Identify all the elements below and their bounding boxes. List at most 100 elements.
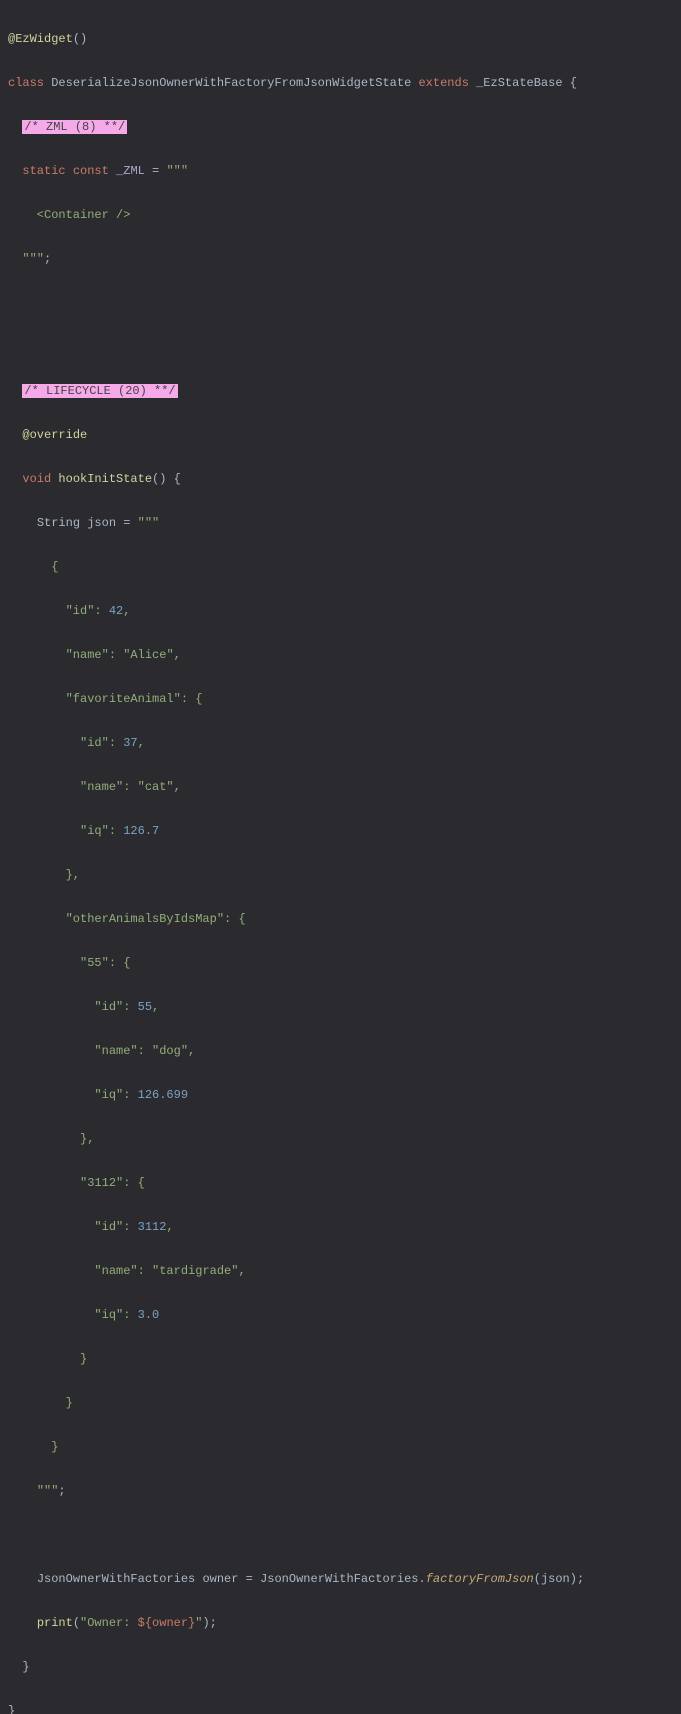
json-number: 3112 bbox=[138, 1220, 167, 1234]
code-line: static const _ZML = """ bbox=[8, 160, 681, 182]
code-line: print("Owner: ${owner}"); bbox=[8, 1612, 681, 1634]
json-colon: : bbox=[109, 824, 123, 838]
json-comma: , bbox=[188, 1044, 195, 1058]
kw-static: static bbox=[22, 164, 65, 178]
json-line: { bbox=[8, 560, 58, 574]
code-line: @override bbox=[8, 424, 681, 446]
print-fn: print bbox=[37, 1616, 73, 1630]
json-key: "id" bbox=[8, 1220, 123, 1234]
code-line: "iq": 126.699 bbox=[8, 1084, 681, 1106]
var-json: json bbox=[87, 516, 116, 530]
json-key: "id" bbox=[8, 1000, 123, 1014]
json-comma: , bbox=[123, 604, 130, 618]
code-line: "id": 37, bbox=[8, 732, 681, 754]
code-line: { bbox=[8, 556, 681, 578]
json-brace: } bbox=[8, 1440, 58, 1454]
triple-open: """ bbox=[166, 164, 188, 178]
code-line: /* LIFECYCLE (20) **/ bbox=[8, 380, 681, 402]
code-line: "3112": { bbox=[8, 1172, 681, 1194]
code-editor[interactable]: @EzWidget() class DeserializeJsonOwnerWi… bbox=[0, 0, 681, 1714]
json-comma: , bbox=[166, 1220, 173, 1234]
semi: ; bbox=[210, 1616, 217, 1630]
triple-close: """ bbox=[22, 252, 44, 266]
owner-type: JsonOwnerWithFactories bbox=[37, 1572, 195, 1586]
eq: = bbox=[116, 516, 138, 530]
code-line: class DeserializeJsonOwnerWithFactoryFro… bbox=[8, 72, 681, 94]
annotation-name: @EzWidget bbox=[8, 32, 73, 46]
arg-json: json bbox=[541, 1572, 570, 1586]
json-key: "iq" bbox=[8, 1088, 123, 1102]
semi: ; bbox=[44, 252, 51, 266]
json-key: "name" bbox=[8, 1264, 138, 1278]
json-comma: , bbox=[174, 780, 181, 794]
code-line: """; bbox=[8, 248, 681, 270]
code-line: "55": { bbox=[8, 952, 681, 974]
zml-content: <Container /> bbox=[8, 208, 130, 222]
json-brace: }, bbox=[8, 868, 80, 882]
code-line: } bbox=[8, 1348, 681, 1370]
json-brace: : { bbox=[181, 692, 203, 706]
code-line: "favoriteAnimal": { bbox=[8, 688, 681, 710]
base-class: _EzStateBase bbox=[476, 76, 562, 90]
kw-void: void bbox=[22, 472, 51, 486]
json-colon: : bbox=[123, 1308, 137, 1322]
blank-line bbox=[8, 292, 681, 314]
json-key: "iq" bbox=[8, 824, 109, 838]
code-line: "id": 42, bbox=[8, 600, 681, 622]
json-colon: : bbox=[123, 1000, 137, 1014]
json-number: 126.7 bbox=[123, 824, 159, 838]
triple-close: """ bbox=[37, 1484, 59, 1498]
json-key: "3112" bbox=[8, 1176, 123, 1190]
code-line: "otherAnimalsByIdsMap": { bbox=[8, 908, 681, 930]
json-colon: : bbox=[123, 1088, 137, 1102]
json-comma: , bbox=[238, 1264, 245, 1278]
code-line: "name": "tardigrade", bbox=[8, 1260, 681, 1282]
dot: . bbox=[419, 1572, 426, 1586]
json-key: "id" bbox=[8, 736, 109, 750]
json-number: 37 bbox=[123, 736, 137, 750]
zml-ident: _ZML bbox=[116, 164, 145, 178]
code-line: "id": 55, bbox=[8, 996, 681, 1018]
code-line: "iq": 3.0 bbox=[8, 1304, 681, 1326]
close-paren: ) bbox=[570, 1572, 577, 1586]
json-comma: , bbox=[138, 736, 145, 750]
json-colon: : bbox=[138, 1264, 152, 1278]
json-key: "iq" bbox=[8, 1308, 123, 1322]
json-number: 55 bbox=[138, 1000, 152, 1014]
json-brace: } bbox=[8, 1396, 73, 1410]
code-line: }, bbox=[8, 1128, 681, 1150]
open-brace: { bbox=[563, 76, 577, 90]
json-key: "name" bbox=[8, 1044, 138, 1058]
close-paren: ) bbox=[202, 1616, 209, 1630]
open-brace: { bbox=[166, 472, 180, 486]
json-string: "dog" bbox=[152, 1044, 188, 1058]
json-string: "tardigrade" bbox=[152, 1264, 238, 1278]
owner-var: owner bbox=[202, 1572, 238, 1586]
json-key: "55" bbox=[8, 956, 109, 970]
print-string: "Owner: bbox=[80, 1616, 138, 1630]
json-number: 126.699 bbox=[138, 1088, 188, 1102]
string-interp: ${owner} bbox=[138, 1616, 196, 1630]
blank-line bbox=[8, 1524, 681, 1546]
json-key: "id" bbox=[8, 604, 94, 618]
json-brace: : { bbox=[123, 1176, 145, 1190]
code-line: /* ZML (8) **/ bbox=[8, 116, 681, 138]
close-brace-class: } bbox=[8, 1704, 15, 1714]
code-line: } bbox=[8, 1392, 681, 1414]
json-colon: : bbox=[123, 780, 137, 794]
print-string-end: " bbox=[195, 1616, 202, 1630]
json-key: "name" bbox=[8, 648, 109, 662]
code-line: }, bbox=[8, 864, 681, 886]
factory-method: factoryFromJson bbox=[426, 1572, 534, 1586]
code-line: } bbox=[8, 1656, 681, 1678]
json-brace: }, bbox=[8, 1132, 94, 1146]
lifecycle-section-comment: /* LIFECYCLE (20) **/ bbox=[22, 384, 177, 398]
kw-extends: extends bbox=[418, 76, 468, 90]
type-string: String bbox=[37, 516, 80, 530]
code-line: } bbox=[8, 1436, 681, 1458]
static-class: JsonOwnerWithFactories bbox=[260, 1572, 418, 1586]
code-line: JsonOwnerWithFactories owner = JsonOwner… bbox=[8, 1568, 681, 1590]
code-line: "name": "cat", bbox=[8, 776, 681, 798]
zml-section-comment: /* ZML (8) **/ bbox=[22, 120, 127, 134]
annotation-parens: () bbox=[73, 32, 87, 46]
